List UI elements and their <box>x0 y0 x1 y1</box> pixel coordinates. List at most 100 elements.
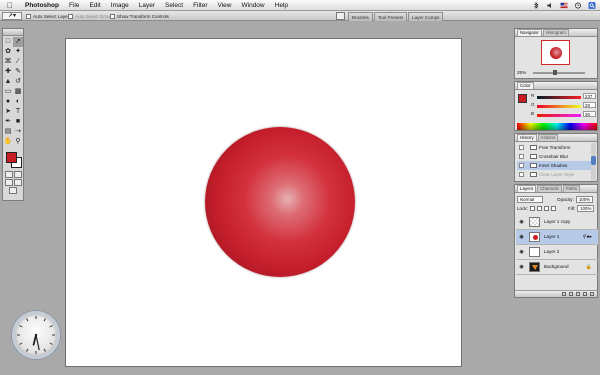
red-value-field[interactable]: 237 <box>583 93 596 99</box>
jump-to-imageready-icon[interactable] <box>9 187 17 194</box>
tab-paths[interactable]: Paths <box>562 185 580 192</box>
tab-actions[interactable]: Actions <box>537 134 559 141</box>
standard-mode-icon[interactable] <box>4 171 13 178</box>
zoom-tool-icon[interactable]: ⚲ <box>13 137 23 147</box>
hand-tool-icon[interactable]: ✋ <box>3 137 13 147</box>
eyedropper-tool-icon[interactable]: ⇢ <box>13 127 23 137</box>
auto-select-layer-option[interactable]: Auto Select Layer <box>26 12 69 20</box>
fill-field[interactable]: 100% <box>577 204 595 212</box>
well-tab-brushes[interactable]: Brushes <box>348 12 373 21</box>
red-slider[interactable] <box>537 96 581 99</box>
palette-well-button[interactable] <box>336 12 345 20</box>
layer-row-selected[interactable]: ◉ Layer 1 ⚲●▸ <box>516 230 598 245</box>
gradient-tool-icon[interactable]: ▩ <box>13 87 23 97</box>
menu-view[interactable]: View <box>213 0 237 11</box>
healing-brush-tool-icon[interactable]: ✚ <box>3 67 13 77</box>
screen-mode-full-icon[interactable] <box>13 179 22 186</box>
type-tool-icon[interactable]: T <box>13 107 23 117</box>
quick-mask-mode-icon[interactable] <box>13 171 22 178</box>
blend-mode-dropdown[interactable]: Normal <box>517 195 543 203</box>
navigator-preview[interactable] <box>541 40 570 65</box>
navigator-zoom-knob[interactable] <box>553 70 557 75</box>
layer-mask-icon[interactable] <box>569 292 573 296</box>
layer-effects-icon[interactable]: ⚲●▸ <box>583 234 592 240</box>
menu-select[interactable]: Select <box>160 0 188 11</box>
menu-help[interactable]: Help <box>270 0 293 11</box>
auto-select-groups-option[interactable]: Auto Select Groups <box>68 12 115 20</box>
auto-select-layer-checkbox[interactable] <box>26 13 31 19</box>
stamp-tool-icon[interactable]: ▲ <box>3 77 13 87</box>
eye-icon[interactable]: ◉ <box>518 219 525 225</box>
navigator-zoom-slider[interactable] <box>533 72 585 74</box>
eye-icon[interactable]: ◉ <box>518 234 525 240</box>
blue-value-field[interactable]: 36 <box>583 111 596 117</box>
menu-filter[interactable]: Filter <box>188 0 212 11</box>
green-value-field[interactable]: 29 <box>583 102 596 108</box>
menu-image[interactable]: Image <box>106 0 134 11</box>
blur-tool-icon[interactable]: ● <box>3 97 13 107</box>
lock-all-icon[interactable] <box>550 205 556 211</box>
menu-file[interactable]: File <box>64 0 84 11</box>
eye-icon[interactable]: ◉ <box>518 264 525 270</box>
history-brush-tool-icon[interactable]: ↺ <box>13 77 23 87</box>
tab-history[interactable]: History <box>517 134 537 141</box>
menu-app-name[interactable]: Photoshop <box>20 0 64 11</box>
layer-row[interactable]: ◉ Background 🔒 <box>516 260 598 275</box>
foreground-color-swatch[interactable] <box>6 152 17 163</box>
brush-tool-icon[interactable]: ✎ <box>13 67 23 77</box>
history-scroll-thumb[interactable] <box>591 156 596 165</box>
layer-style-icon[interactable] <box>562 292 566 296</box>
lasso-tool-icon[interactable]: ✿ <box>3 47 13 57</box>
spotlight-icon[interactable] <box>588 2 596 9</box>
menu-edit[interactable]: Edit <box>84 0 105 11</box>
history-source-box[interactable] <box>519 163 524 168</box>
tab-histogram[interactable]: Histogram <box>542 29 569 36</box>
pen-tool-icon[interactable]: ✒ <box>3 117 13 127</box>
menu-layer[interactable]: Layer <box>134 0 160 11</box>
history-item-disabled[interactable]: Clear Layer Style <box>517 170 595 179</box>
color-ramp[interactable] <box>517 123 597 130</box>
green-slider[interactable] <box>537 105 581 108</box>
layer-row[interactable]: ◉ Layer 1 copy <box>516 215 598 230</box>
well-tab-layer-comps[interactable]: Layer Comps <box>408 12 444 21</box>
trash-icon[interactable] <box>590 292 594 296</box>
document-canvas[interactable] <box>65 38 462 367</box>
toolbox-titlebar[interactable] <box>3 29 23 36</box>
dodge-tool-icon[interactable]: ◐ <box>13 97 23 107</box>
apple-icon[interactable]:  <box>7 1 13 10</box>
history-item[interactable]: Free Transform <box>517 143 595 152</box>
eraser-tool-icon[interactable]: ▭ <box>3 87 13 97</box>
history-source-box[interactable] <box>519 154 524 159</box>
lock-transparency-icon[interactable] <box>529 205 535 211</box>
volume-icon[interactable] <box>546 2 554 9</box>
marquee-tool-icon[interactable]: □ <box>3 37 13 47</box>
move-tool-icon[interactable]: ➚ <box>13 37 23 47</box>
show-transform-controls-checkbox[interactable] <box>110 13 115 19</box>
screen-mode-standard-icon[interactable] <box>4 179 13 186</box>
navigator-zoom-value[interactable]: 25% <box>517 70 526 75</box>
tab-navigator[interactable]: Navigator <box>517 29 542 36</box>
tab-color[interactable]: Color <box>517 82 534 89</box>
opacity-field[interactable]: 100% <box>575 195 594 203</box>
history-item-selected[interactable]: Inner Shadow <box>517 161 595 170</box>
clock-menu-icon[interactable] <box>574 2 582 9</box>
history-source-box[interactable] <box>519 172 524 177</box>
show-transform-controls-option[interactable]: Show Transform Controls <box>110 12 169 20</box>
new-group-icon[interactable] <box>576 292 580 296</box>
eye-icon[interactable]: ◉ <box>518 249 525 255</box>
history-source-box[interactable] <box>519 145 524 150</box>
tool-preset-picker[interactable]: ➚▾ <box>2 12 22 20</box>
bluetooth-icon[interactable] <box>532 2 540 9</box>
lock-image-icon[interactable] <box>536 205 542 211</box>
auto-select-groups-checkbox[interactable] <box>68 13 73 19</box>
flag-icon[interactable] <box>560 2 568 9</box>
lock-position-icon[interactable] <box>543 205 549 211</box>
blue-slider[interactable] <box>537 114 581 117</box>
well-tab-tool-presets[interactable]: Tool Presets <box>373 12 408 21</box>
layer-row[interactable]: ◉ Layer 2 <box>516 245 598 260</box>
slice-tool-icon[interactable]: ∕ <box>13 57 23 67</box>
history-item[interactable]: Crosshair Blur <box>517 152 595 161</box>
path-selection-tool-icon[interactable]: ➤ <box>3 107 13 117</box>
color-palette-swatch[interactable] <box>518 94 527 103</box>
shape-tool-icon[interactable]: ■ <box>13 117 23 127</box>
